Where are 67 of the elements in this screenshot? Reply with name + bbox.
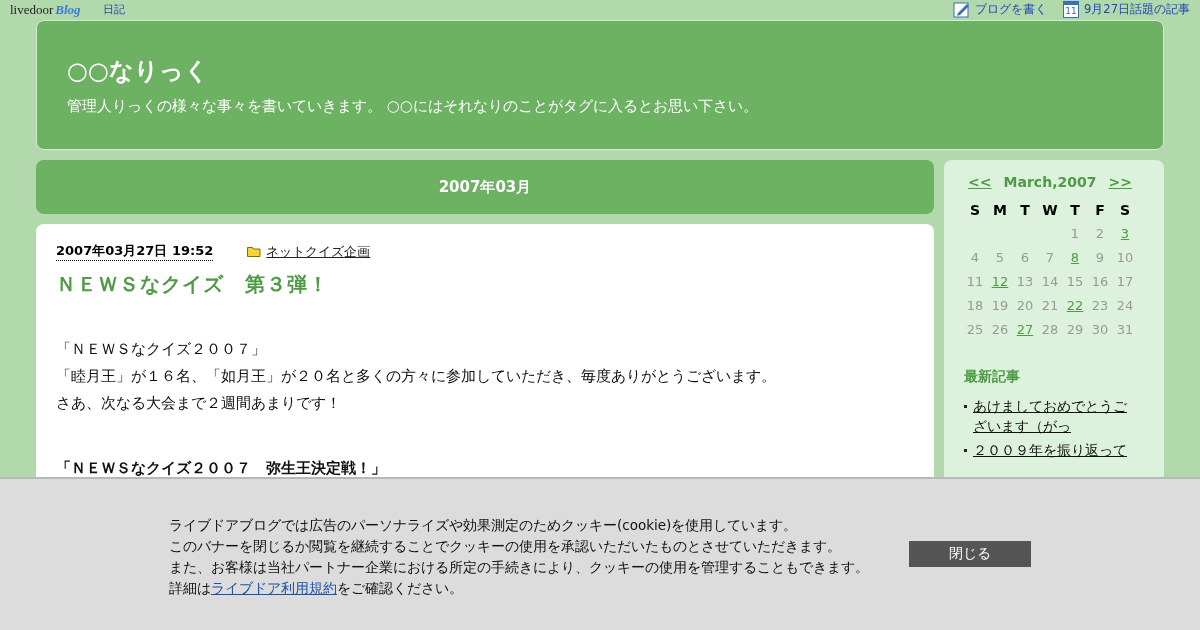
prev-month-link[interactable]: << [968,174,992,190]
section-title: 最新記事 [964,368,1021,386]
banner-text: このバナーを閉じるか閲覧を継続することでクッキーの使用を承認いただいたものとさせていただきます。 [169,537,842,556]
livedoor-logo[interactable]: livedoorBlog [10,1,81,18]
calendar-day: 1 [1062,222,1088,246]
calendar-day: 2 [1087,222,1113,246]
weekday-label: M [992,201,1008,220]
calendar-day-link[interactable]: 22 [1062,294,1088,318]
calendar-day: 14 [1037,270,1063,294]
weekday-label: W [1041,201,1059,220]
calendar-day: 17 [1112,270,1138,294]
calendar-day: 30 [1087,318,1113,342]
post-text: 「睦月王」が１６名、「如月王」が２０名と多くの方々に参加していただき、毎度ありがとうございます。 [56,366,777,387]
post-title[interactable]: ＮＥＷＳなクイズ 第３弾！ [56,271,914,298]
calendar-day: 21 [1037,294,1063,318]
calendar-day: 23 [1087,294,1113,318]
bullet-icon [964,449,967,452]
calendar-day-link[interactable]: 12 [987,270,1013,294]
calendar-day: 10 [1112,246,1138,270]
calendar-month: March,2007 [1003,174,1097,190]
diary-link[interactable]: 日記 [102,2,125,17]
calendar-day: 15 [1062,270,1088,294]
calendar-day: 9 [1087,246,1113,270]
weekday-label: F [1094,201,1106,220]
calendar-day: 6 [1012,246,1038,270]
calendar-day-link[interactable]: 8 [1062,246,1088,270]
post-text: 「ＮＥＷＳなクイズ２００７ 弥生王決定戦！」 [56,458,387,479]
calendar-day: 26 [987,318,1013,342]
month-title: 2007年03月 [36,160,934,214]
calendar-day-link[interactable]: 27 [1012,318,1038,342]
calendar-day: 16 [1087,270,1113,294]
calendar-day: 19 [987,294,1013,318]
weekday-label: T [1069,201,1081,220]
weekday-label: S [1118,201,1132,220]
top-link[interactable]: ブログを書く [953,1,1048,18]
calendar-day: 11 [962,270,988,294]
calendar-day: 24 [1112,294,1138,318]
banner-text: ライブドアブログでは広告のパーソナライズや効果測定のためクッキー(cookie)を使用しています。 [169,516,799,535]
weekday-label: T [1019,201,1031,220]
calendar-day: 13 [1012,270,1038,294]
calendar-day: 31 [1112,318,1138,342]
blog-description: 管理人りっくの様々な事々を書いていきます。 ○○にはそれなりのことがタグに入るとお思い下さい。 [67,97,759,116]
post-date: 2007年03月27日 19:52 [56,242,214,261]
terms-link[interactable]: ライブドア利用規約 [211,580,337,596]
calendar-day-link[interactable]: 3 [1112,222,1138,246]
folder-icon [247,246,262,257]
recent-post-link[interactable]: あけましておめでとうございます（がっ [973,396,1136,436]
recent-post-link[interactable]: ２００９年を振り返って [973,440,1127,460]
banner-text: 詳細はライブドア利用規約をご確認ください。 [169,579,464,598]
calendar-day: 4 [962,246,988,270]
calendar-day: 18 [962,294,988,318]
weekday-label: S [968,201,982,220]
calendar-day: 5 [987,246,1013,270]
calendar-day: 7 [1037,246,1063,270]
close-button[interactable]: 閉じる [909,541,1031,567]
post-text: 「ＮＥＷＳなクイズ２００７」 [56,339,267,360]
pencil-icon [953,1,971,18]
banner-text: また、お客様は当社パートナー企業における所定の手続きにより、クッキーの使用を管理することもできます。 [169,558,865,577]
calendar-icon: 11 [1063,1,1080,18]
calendar-day: 20 [1012,294,1038,318]
calendar-day: 25 [962,318,988,342]
category-link[interactable]: ネットクイズ企画 [247,242,371,261]
bullet-icon [964,405,967,408]
next-month-link[interactable]: >> [1108,174,1132,190]
post-text: さあ、次なる大会まで２週間あまりです！ [56,393,342,414]
calendar-day: 28 [1037,318,1063,342]
calendar-day: 29 [1062,318,1088,342]
